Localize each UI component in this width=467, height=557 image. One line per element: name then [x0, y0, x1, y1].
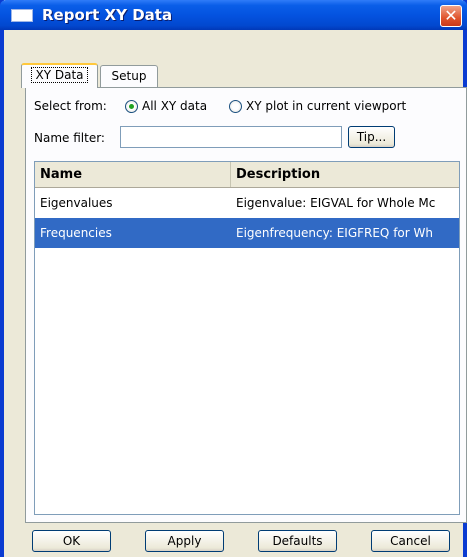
select-from-label: Select from:: [34, 99, 107, 113]
radio-xy-plot-current-viewport[interactable]: [229, 100, 242, 113]
name-filter-label: Name filter:: [34, 131, 105, 145]
column-header-name[interactable]: Name: [35, 162, 231, 187]
window-title: Report XY Data: [42, 6, 173, 24]
defaults-button[interactable]: Defaults: [258, 530, 337, 552]
cell-name: Eigenvalues: [40, 196, 113, 210]
tab-xy-data[interactable]: XY Data: [21, 63, 98, 88]
tab-xy-data-label: XY Data: [31, 67, 88, 83]
radio-all-xy-data[interactable]: [125, 100, 138, 113]
table-header: Name Description: [35, 162, 459, 188]
table-row[interactable]: Frequencies Eigenfrequency: EIGFREQ for …: [35, 218, 459, 248]
window-icon: [11, 9, 33, 22]
radio-xy-plot-current-viewport-label[interactable]: XY plot in current viewport: [246, 99, 406, 113]
ok-button[interactable]: OK: [32, 530, 111, 552]
cell-name: Frequencies: [40, 226, 112, 240]
tab-setup[interactable]: Setup: [100, 65, 158, 87]
cancel-button[interactable]: Cancel: [371, 530, 450, 552]
xy-data-table[interactable]: Name Description Eigenvalues Eigenvalue:…: [34, 161, 460, 515]
close-button[interactable]: ✕: [440, 5, 462, 27]
cell-description: Eigenvalue: EIGVAL for Whole Mc: [236, 196, 436, 210]
name-filter-input[interactable]: [120, 126, 342, 148]
table-row[interactable]: Eigenvalues Eigenvalue: EIGVAL for Whole…: [35, 188, 459, 218]
radio-selected-dot: [129, 104, 134, 109]
radio-all-xy-data-label[interactable]: All XY data: [142, 99, 207, 113]
tip-button[interactable]: Tip...: [348, 126, 395, 148]
title-bar[interactable]: Report XY Data ✕: [0, 0, 467, 30]
apply-button[interactable]: Apply: [145, 530, 224, 552]
cell-description: Eigenfrequency: EIGFREQ for Wh: [236, 226, 433, 240]
column-header-description[interactable]: Description: [231, 162, 459, 187]
report-xy-data-dialog: Report XY Data ✕ XY Data Setup Select fr…: [0, 0, 467, 557]
